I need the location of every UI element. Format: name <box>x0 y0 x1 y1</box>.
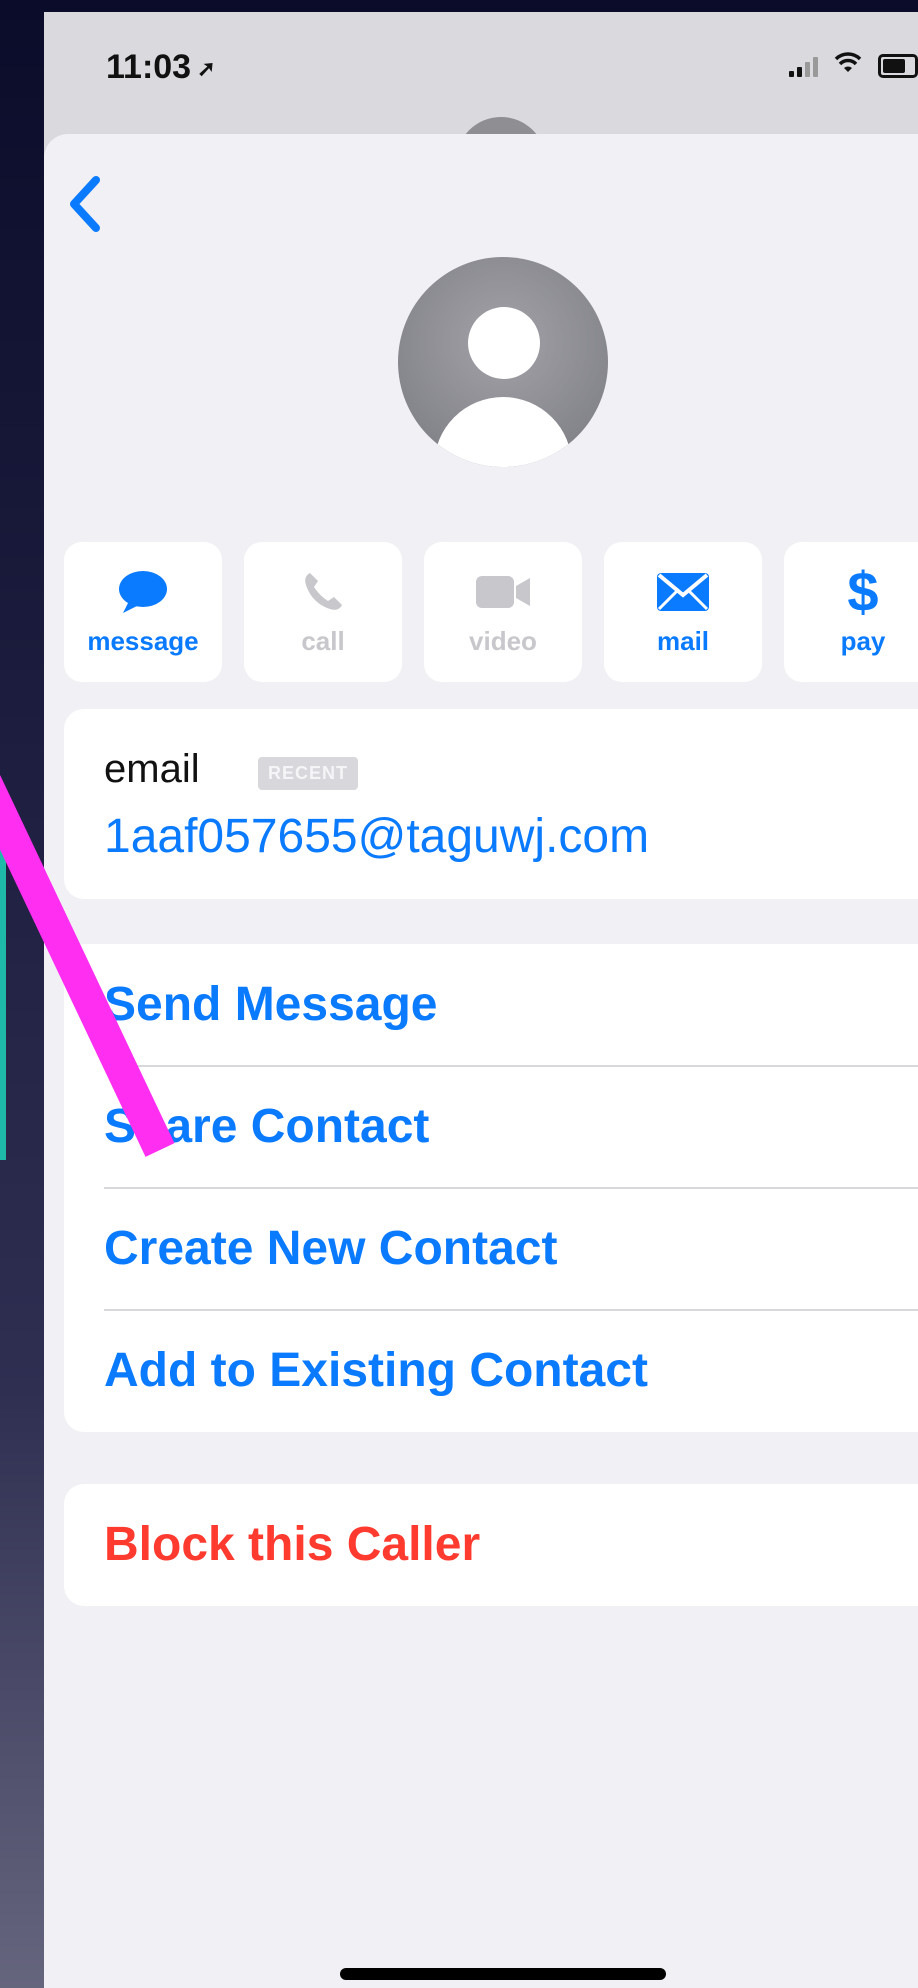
battery-icon <box>878 53 918 78</box>
contact-sheet: message call video mail $ pay email RECE… <box>44 134 918 1988</box>
share-contact-button[interactable]: Share Contact <box>104 1066 918 1187</box>
video-camera-icon <box>474 568 532 616</box>
call-action-label: call <box>301 625 345 656</box>
mail-action-label: mail <box>656 625 710 656</box>
home-indicator[interactable] <box>340 1968 666 1980</box>
send-message-button[interactable]: Send Message <box>104 944 918 1065</box>
call-action-button[interactable]: call <box>244 542 402 682</box>
add-to-existing-contact-button[interactable]: Add to Existing Contact <box>104 1310 918 1431</box>
phone-icon <box>300 568 346 616</box>
recent-badge: RECENT <box>258 757 359 790</box>
actions-menu: Send Message Share Contact Create New Co… <box>64 944 918 1432</box>
wifi-icon <box>834 50 862 81</box>
dollar-icon: $ <box>847 560 879 623</box>
speech-bubble-icon <box>117 568 169 616</box>
status-bar: 11:03 ➚ <box>44 12 918 122</box>
status-icons <box>789 50 918 81</box>
location-arrow-icon: ➚ <box>197 56 216 81</box>
status-time: 11:03 ➚ <box>106 48 216 87</box>
pay-action-label: pay <box>840 625 886 656</box>
create-new-contact-button[interactable]: Create New Contact <box>104 1188 918 1309</box>
video-action-button[interactable]: video <box>424 542 582 682</box>
person-silhouette-icon <box>398 257 608 467</box>
video-action-label: video <box>469 625 537 656</box>
block-card: Block this Caller <box>64 1484 918 1606</box>
envelope-icon <box>655 568 711 616</box>
time-label: 11:03 <box>106 48 192 86</box>
quick-actions: message call video mail $ pay <box>64 542 918 682</box>
phone-screen: 11:03 ➚ message call video mail $ pay em… <box>44 12 918 1988</box>
email-card[interactable]: email RECENT 1aaf057655@taguwj.com <box>64 709 918 899</box>
mail-action-button[interactable]: mail <box>604 542 762 682</box>
message-action-label: message <box>87 625 199 656</box>
email-label: email <box>104 747 200 791</box>
email-address[interactable]: 1aaf057655@taguwj.com <box>104 809 649 864</box>
pay-action-button[interactable]: $ pay <box>784 542 918 682</box>
message-action-button[interactable]: message <box>64 542 222 682</box>
cellular-signal-icon <box>789 55 818 77</box>
background-teal-accent <box>0 790 6 1160</box>
chevron-left-icon[interactable] <box>64 174 114 244</box>
block-caller-button[interactable]: Block this Caller <box>104 1484 480 1606</box>
